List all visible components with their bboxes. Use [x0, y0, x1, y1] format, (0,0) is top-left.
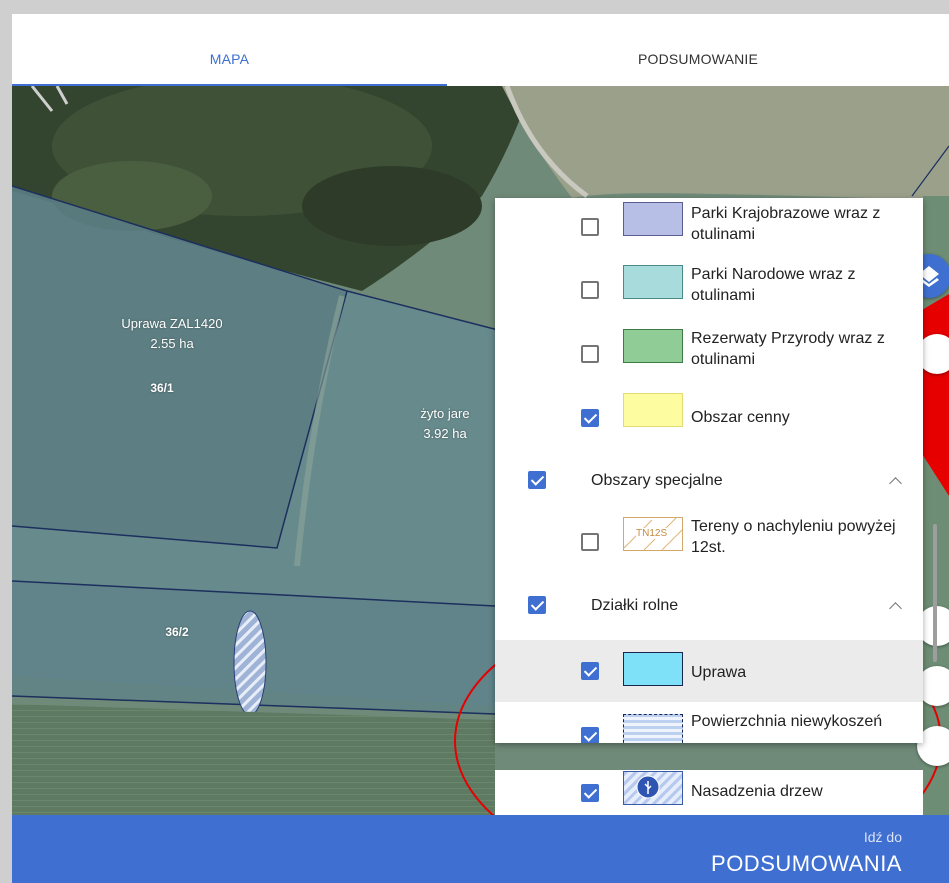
legend-label: Parki Krajobrazowe wraz z otulinami	[691, 205, 881, 243]
group-checkbox-checked[interactable]	[528, 596, 546, 614]
go-to-label: Idź do	[863, 829, 902, 845]
legend-item-uprawa[interactable]: Uprawa	[495, 640, 923, 702]
checkbox[interactable]	[581, 281, 599, 299]
group-checkbox-checked[interactable]	[528, 471, 546, 489]
parcel-crop-area-2: 3.92 ha	[423, 426, 467, 441]
active-tab-indicator	[12, 84, 447, 86]
swatch-text: TN12S	[636, 528, 668, 539]
parcel-id-label-2: 36/2	[165, 625, 189, 639]
legend-label: Uprawa	[691, 664, 747, 681]
legend-panel[interactable]: Parki Krajobrazowe wraz z otulinami Park…	[495, 198, 923, 743]
legend-label: Rezerwaty Przyrody wraz z otulinami	[691, 330, 885, 368]
legend-group-obszary-specjalne[interactable]: Obszary specjalne	[495, 450, 923, 510]
parcel-crop-name-2: żyto jare	[420, 406, 470, 421]
frame-left-edge	[0, 0, 12, 883]
swatch-uprawa	[623, 652, 683, 686]
chevron-up-icon[interactable]	[889, 477, 902, 490]
legend-item-parki-krajobrazowe[interactable]: Parki Krajobrazowe wraz z otulinami	[495, 198, 923, 258]
tab-mapa[interactable]: MAPA	[12, 14, 447, 86]
swatch-obszar-cenny	[623, 393, 683, 427]
legend-group-dzialki-rolne[interactable]: Działki rolne	[495, 574, 923, 640]
checkbox-checked[interactable]	[581, 727, 599, 743]
checkbox[interactable]	[581, 218, 599, 236]
summary-button-label[interactable]: PODSUMOWANIA	[711, 851, 902, 877]
checkbox-checked[interactable]	[581, 784, 599, 802]
group-label: Działki rolne	[591, 597, 679, 614]
legend-label: Nasadzenia drzew	[691, 783, 823, 800]
legend-item-nasadzenia-drzew[interactable]: Nasadzenia drzew	[495, 770, 923, 815]
legend-item-rezerwaty[interactable]: Rezerwaty Przyrody wraz z otulinami	[495, 322, 923, 386]
parcel-crop-label: Uprawa ZAL1420 2.55 ha	[92, 314, 252, 354]
checkbox-checked[interactable]	[581, 409, 599, 427]
legend-label: Obszar cenny	[691, 409, 790, 426]
go-to-summary-bar[interactable]: Idź do PODSUMOWANIA	[12, 815, 949, 883]
tab-bar: MAPA PODSUMOWANIE	[12, 14, 949, 86]
swatch-rezerwaty	[623, 329, 683, 363]
parcel-crop-area: 2.55 ha	[150, 336, 194, 351]
legend-item-powierzchnia-niewykoszen[interactable]: Powierzchnia niewykoszeń	[495, 702, 923, 743]
legend-label: Powierzchnia niewykoszeń	[691, 713, 883, 730]
legend-label: Parki Narodowe wraz z otulinami	[691, 266, 856, 304]
swatch-parki-narodowe	[623, 265, 683, 299]
parcel-crop-name: Uprawa ZAL1420	[121, 316, 223, 331]
app-screen: MAPA PODSUMOWANIE Uprawa ZAL1420 2.55 ha…	[12, 14, 949, 883]
group-label: Obszary specjalne	[591, 472, 723, 489]
swatch-tn12s: TN12S	[623, 517, 683, 551]
chevron-up-icon[interactable]	[889, 602, 902, 615]
checkbox[interactable]	[581, 345, 599, 363]
checkbox-checked[interactable]	[581, 662, 599, 680]
legend-item-tereny-nachylenie[interactable]: TN12S Tereny o nachyleniu powyżej 12st.	[495, 510, 923, 574]
swatch-niewykoszenia	[623, 714, 683, 743]
tab-podsumowanie[interactable]: PODSUMOWANIE	[447, 14, 949, 86]
legend-item-obszar-cenny[interactable]: Obszar cenny	[495, 386, 923, 450]
swatch-nasadzenia	[623, 771, 683, 805]
legend-label: Tereny o nachyleniu powyżej 12st.	[691, 518, 896, 556]
screenshot-frame: MAPA PODSUMOWANIE Uprawa ZAL1420 2.55 ha…	[0, 0, 949, 883]
legend-item-parki-narodowe[interactable]: Parki Narodowe wraz z otulinami	[495, 258, 923, 322]
parcel-id-label: 36/1	[150, 381, 174, 395]
frame-top-edge	[0, 0, 949, 14]
checkbox[interactable]	[581, 533, 599, 551]
tree-icon	[636, 775, 660, 799]
legend-scrollbar[interactable]	[933, 524, 937, 662]
swatch-parki-krajobrazowe	[623, 202, 683, 236]
parcel-crop-label-2: żyto jare 3.92 ha	[410, 404, 480, 444]
